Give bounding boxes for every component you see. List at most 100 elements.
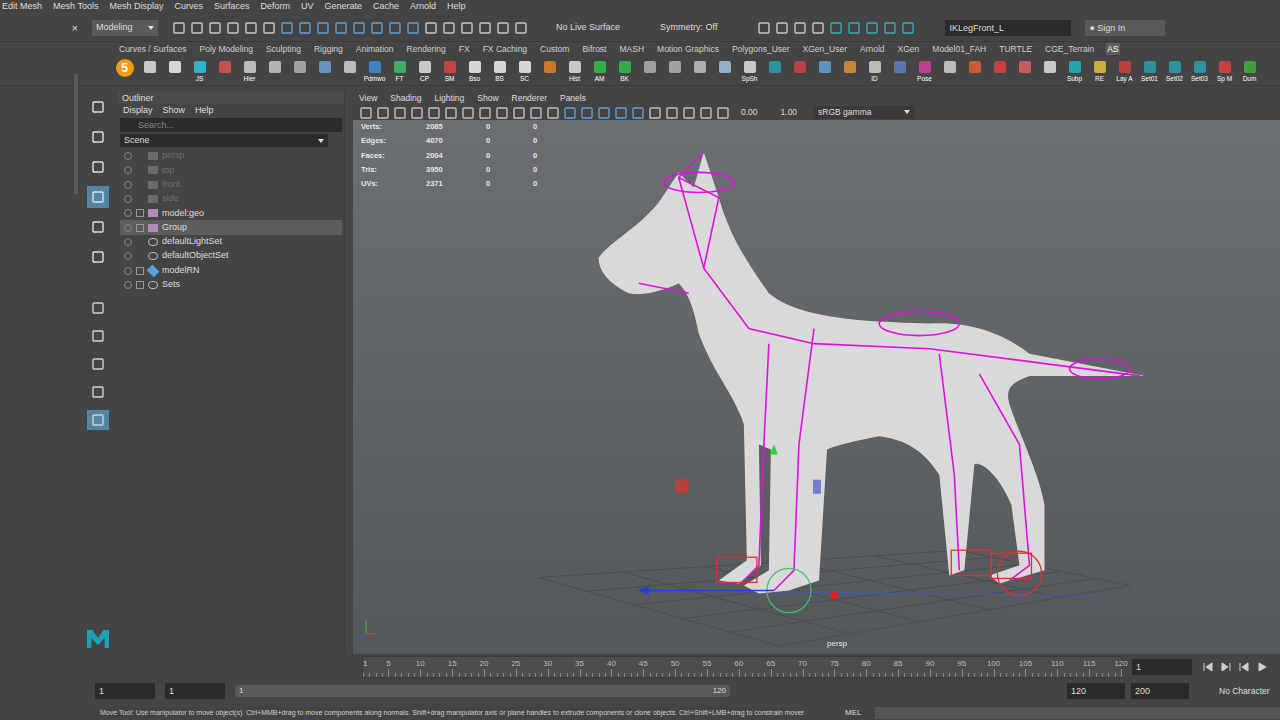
panel-tool-icon[interactable]: [597, 106, 611, 120]
outliner-item[interactable]: defaultLightSet: [120, 235, 342, 249]
shelf-button[interactable]: ID: [862, 57, 887, 85]
shelf-button[interactable]: Hier: [237, 57, 262, 85]
panel-tool-icon[interactable]: [461, 106, 475, 120]
status-tool-icon[interactable]: [316, 21, 330, 35]
close-button[interactable]: ×: [72, 22, 78, 34]
status-tool-icon[interactable]: [370, 21, 384, 35]
tool-icon[interactable]: [91, 130, 105, 144]
outliner-menu-item[interactable]: Display: [123, 104, 153, 118]
range-end-field[interactable]: 120: [1067, 683, 1125, 699]
range-handle-start[interactable]: 1: [239, 685, 243, 697]
shelf-tab[interactable]: Rigging: [313, 43, 344, 56]
visibility-icon[interactable]: [124, 238, 132, 246]
shelf-button[interactable]: [962, 57, 987, 85]
status-tool-icon[interactable]: [190, 21, 204, 35]
tool-button[interactable]: [87, 156, 109, 178]
outliner-search[interactable]: Search...: [120, 118, 342, 132]
tool-icon[interactable]: [91, 250, 105, 264]
name-field[interactable]: IKLegFront_L: [945, 20, 1071, 36]
shelf-button[interactable]: 5: [112, 57, 137, 85]
menu-item[interactable]: Surfaces: [214, 0, 250, 14]
layout-button[interactable]: [87, 354, 109, 374]
panel-tool-icon[interactable]: [631, 106, 645, 120]
layout-icon[interactable]: [91, 301, 105, 315]
panel-tool-icon[interactable]: [682, 106, 696, 120]
panel-tool-icon[interactable]: [529, 106, 543, 120]
sign-in-button[interactable]: ● Sign In: [1085, 20, 1165, 36]
status-tool-icon[interactable]: [460, 21, 474, 35]
outliner-item[interactable]: top: [120, 163, 342, 177]
shelf-tab[interactable]: Custom: [539, 43, 570, 56]
panel-tool-icon[interactable]: [546, 106, 560, 120]
panel-tool-icon[interactable]: [563, 106, 577, 120]
status-tool-icon[interactable]: [496, 21, 510, 35]
visibility-icon[interactable]: [124, 281, 132, 289]
viewport-menu-item[interactable]: View: [359, 92, 377, 105]
shelf-button[interactable]: Set02: [1162, 57, 1187, 85]
viewport[interactable]: Verts:208500Edges:407000Faces:200400Tris…: [353, 120, 1280, 654]
shelf-button[interactable]: [937, 57, 962, 85]
shelf-tab[interactable]: FX: [458, 43, 471, 56]
playback-icon[interactable]: [1256, 661, 1268, 673]
layout-button[interactable]: [87, 382, 109, 402]
status-tool-icon[interactable]: [514, 21, 528, 35]
render-tool-icon[interactable]: [775, 21, 789, 35]
visibility-icon[interactable]: [124, 195, 132, 203]
shelf-tab[interactable]: Arnold: [859, 43, 886, 56]
menu-item[interactable]: Generate: [325, 0, 363, 14]
panel-tool-icon[interactable]: [410, 106, 424, 120]
tool-icon[interactable]: [91, 190, 105, 204]
render-tool-icon[interactable]: [811, 21, 825, 35]
render-tool-icon[interactable]: [829, 21, 843, 35]
status-tool-icon[interactable]: [334, 21, 348, 35]
menu-item[interactable]: Edit Mesh: [2, 0, 42, 14]
shelf-button[interactable]: [1012, 57, 1037, 85]
panel-tool-icon[interactable]: [359, 106, 373, 120]
shelf-button[interactable]: BK: [612, 57, 637, 85]
shelf-tab[interactable]: XGen_User: [802, 43, 848, 56]
timeline[interactable]: 1510152025303540455055606570758085909510…: [0, 654, 1280, 680]
end-time-field[interactable]: 200: [1131, 683, 1189, 699]
outliner-item[interactable]: persp: [120, 149, 342, 163]
layout-button[interactable]: [87, 326, 109, 346]
status-tool-icon[interactable]: [298, 21, 312, 35]
shelf-tab[interactable]: XGen: [897, 43, 921, 56]
viewport-menu-item[interactable]: Shading: [390, 92, 421, 105]
menu-item[interactable]: Mesh Display: [109, 0, 163, 14]
scrollbar[interactable]: [74, 74, 78, 194]
gamma-field[interactable]: 1.00: [777, 106, 802, 119]
shelf-button[interactable]: Set01: [1137, 57, 1162, 85]
layout-icon[interactable]: [91, 385, 105, 399]
start-time-field[interactable]: 1: [95, 683, 155, 699]
layout-icon[interactable]: [91, 329, 105, 343]
shelf-tab[interactable]: Polygons_User: [731, 43, 791, 56]
shelf-tab[interactable]: MASH: [618, 43, 645, 56]
shelf-tab[interactable]: FX Caching: [482, 43, 528, 56]
dog-model[interactable]: [353, 120, 1280, 654]
outliner-item[interactable]: Group: [120, 220, 342, 234]
outliner-menu-item[interactable]: Help: [195, 104, 214, 118]
shelf-button[interactable]: Pose: [912, 57, 937, 85]
shelf-tab[interactable]: Model01_FAH: [931, 43, 987, 56]
current-frame-field[interactable]: 1: [1132, 659, 1192, 675]
menu-item[interactable]: Cache: [373, 0, 399, 14]
shelf-button[interactable]: [287, 57, 312, 85]
layout-icon[interactable]: [91, 357, 105, 371]
shelf-button[interactable]: JS: [187, 57, 212, 85]
shelf-button[interactable]: [137, 57, 162, 85]
shelf-button[interactable]: Hist: [562, 57, 587, 85]
tool-button[interactable]: [87, 96, 109, 118]
visibility-icon[interactable]: [124, 152, 132, 160]
outliner-item[interactable]: modelRN: [120, 263, 342, 277]
viewport-menu-item[interactable]: Lighting: [434, 92, 464, 105]
shelf-button[interactable]: [662, 57, 687, 85]
layout-button[interactable]: [87, 410, 109, 430]
shelf-button[interactable]: Subp: [1062, 57, 1087, 85]
layout-button[interactable]: [87, 298, 109, 318]
shelf-button[interactable]: Sp M: [1212, 57, 1237, 85]
script-language[interactable]: MEL: [845, 707, 861, 719]
shelf-tab[interactable]: Sculpting: [265, 43, 302, 56]
expand-icon[interactable]: [136, 224, 144, 232]
tool-button[interactable]: [87, 186, 109, 208]
shelf-button[interactable]: AM: [587, 57, 612, 85]
